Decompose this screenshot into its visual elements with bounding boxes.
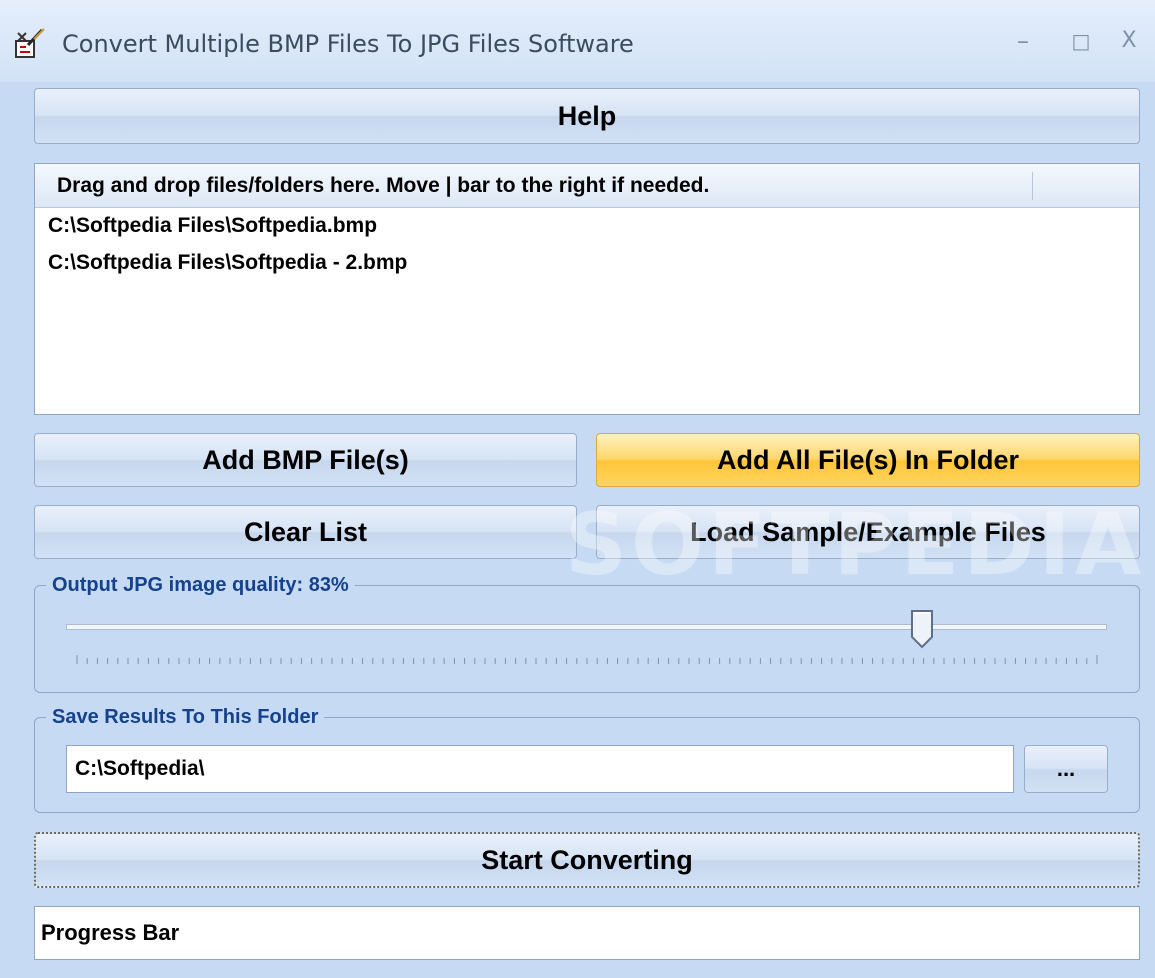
output-folder-label: Save Results To This Folder: [46, 706, 325, 729]
minimize-icon[interactable]: –: [1008, 26, 1038, 56]
title-bar[interactable]: Convert Multiple BMP Files To JPG Files …: [0, 0, 1155, 82]
slider-thumb-icon[interactable]: [910, 609, 934, 649]
add-folder-files-button[interactable]: Add All File(s) In Folder: [596, 433, 1140, 487]
help-button[interactable]: Help: [34, 88, 1140, 144]
list-item[interactable]: C:\Softpedia Files\Softpedia.bmp: [48, 214, 377, 238]
file-list-header[interactable]: Drag and drop files/folders here. Move |…: [35, 164, 1139, 208]
file-list[interactable]: Drag and drop files/folders here. Move |…: [34, 163, 1140, 415]
output-folder-input[interactable]: C:\Softpedia\: [66, 745, 1014, 793]
clear-list-button[interactable]: Clear List: [34, 505, 577, 559]
column-separator[interactable]: [1032, 172, 1033, 200]
start-converting-button[interactable]: Start Converting: [34, 832, 1140, 888]
quality-label: Output JPG image quality: 83%: [46, 574, 355, 597]
list-item[interactable]: C:\Softpedia Files\Softpedia - 2.bmp: [48, 251, 407, 275]
quality-group: [34, 585, 1140, 693]
browse-folder-button[interactable]: ...: [1024, 745, 1108, 793]
app-paint-icon: [15, 28, 45, 58]
close-icon[interactable]: X: [1114, 26, 1144, 56]
window-title: Convert Multiple BMP Files To JPG Files …: [62, 30, 634, 58]
add-bmp-files-button[interactable]: Add BMP File(s): [34, 433, 577, 487]
slider-ticks: [76, 655, 1098, 664]
load-sample-files-button[interactable]: Load Sample/Example Files: [596, 505, 1140, 559]
app-window: Convert Multiple BMP Files To JPG Files …: [0, 0, 1155, 978]
progress-bar: Progress Bar: [34, 906, 1140, 960]
maximize-icon[interactable]: □: [1066, 26, 1096, 56]
quality-slider-track[interactable]: [66, 624, 1107, 630]
